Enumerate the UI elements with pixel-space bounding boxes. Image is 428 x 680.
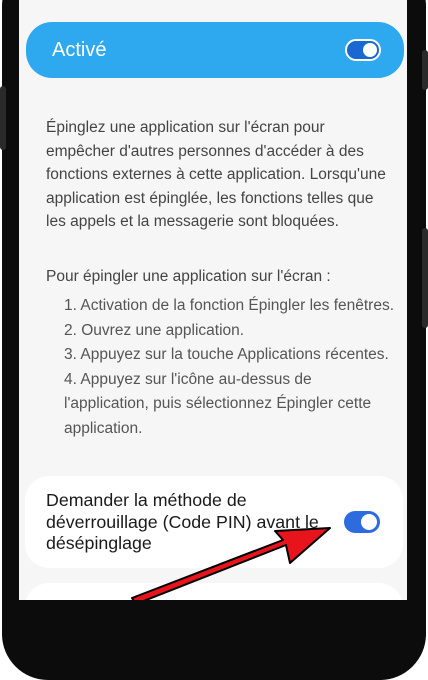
unlock-method-setting-card[interactable]: Demander la méthode de déverrouillage (C… [25,476,403,568]
toggle-knob [361,514,377,530]
phone-side-button [0,86,6,150]
phone-side-button [422,228,428,328]
toggle-knob [363,43,377,57]
instruction-step: 1. Activation de la fonction Épingler le… [64,297,395,314]
instructions-list: 1. Activation de la fonction Épingler le… [64,294,394,442]
instructions-title: Pour épingler une application sur l'écra… [46,268,331,285]
active-toggle[interactable] [345,39,381,61]
phone-side-button [422,50,428,90]
instruction-step: 2. Ouvrez une application. [64,321,245,339]
active-switch-card[interactable]: Activé [26,22,404,78]
feature-description: Épinglez une application sur l'écran pou… [46,119,386,230]
next-setting-card[interactable] [25,583,403,600]
instruction-step: 3. Appuyez sur la touche Applications ré… [64,346,389,364]
active-label: Activé [52,38,107,61]
unlock-method-label: Demander la méthode de déverrouillage (C… [46,490,319,553]
unlock-method-toggle[interactable] [344,511,380,533]
instruction-step: 4. Appuyez sur l'icône au-dessus de l'ap… [64,370,372,437]
settings-screen: Activé Épinglez une application sur l'éc… [19,0,407,600]
